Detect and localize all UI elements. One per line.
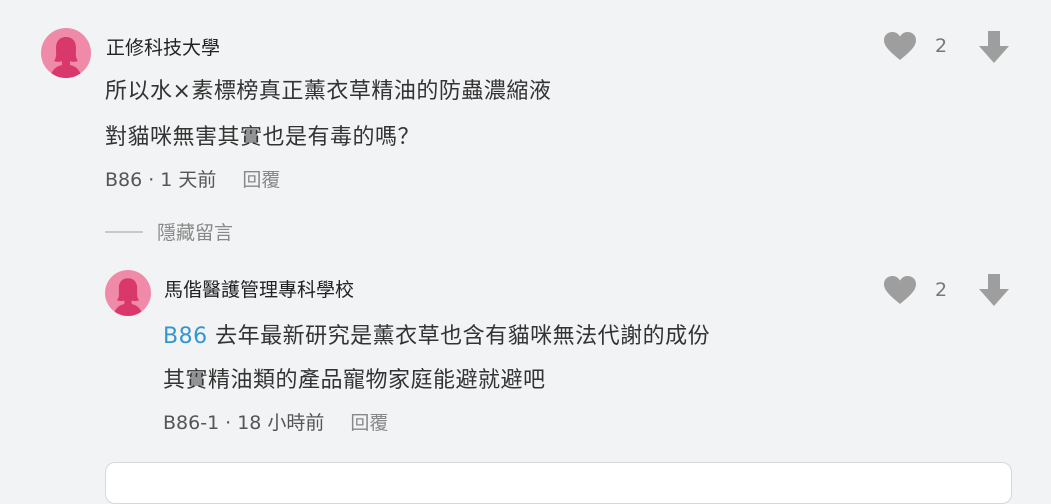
reply-text-line-1: B86 去年最新研究是薰衣草也含有貓咪無法代謝的成份 bbox=[163, 318, 710, 350]
reply-text-line-2: 其實精油類的產品寵物家庭能避就避吧 bbox=[163, 368, 546, 393]
female-silhouette-icon bbox=[113, 278, 143, 316]
avatar[interactable] bbox=[105, 270, 151, 316]
avatar[interactable] bbox=[41, 28, 91, 78]
comment-meta: B86 · 1 天前 回覆 bbox=[105, 165, 280, 192]
timestamp: 18 小時前 bbox=[237, 412, 325, 434]
divider bbox=[105, 230, 143, 233]
reply-meta: B86-1 · 18 小時前 回覆 bbox=[163, 408, 388, 435]
floor-label: B86-1 bbox=[163, 412, 220, 434]
hide-replies-label: 隱藏留言 bbox=[157, 222, 234, 244]
like-button[interactable]: 2 bbox=[883, 31, 947, 61]
timestamp: 1 天前 bbox=[160, 169, 217, 191]
female-silhouette-icon bbox=[50, 37, 82, 78]
comment-text-line-1: 所以水×素標榜真正薰衣草精油的防蟲濃縮液 bbox=[105, 79, 552, 104]
like-button[interactable]: 2 bbox=[883, 275, 947, 305]
like-count: 2 bbox=[935, 279, 948, 301]
reply-button[interactable]: 回覆 bbox=[350, 412, 388, 434]
hide-replies-toggle[interactable]: 隱藏留言 bbox=[105, 218, 233, 245]
reply-input-box[interactable] bbox=[105, 462, 1012, 504]
like-count: 2 bbox=[935, 35, 948, 57]
reply-text-1: 去年最新研究是薰衣草也含有貓咪無法代謝的成份 bbox=[215, 324, 711, 349]
heart-icon bbox=[884, 276, 916, 304]
arrow-down-icon[interactable] bbox=[978, 273, 1010, 307]
heart-icon bbox=[884, 32, 916, 60]
separator-dot: · bbox=[225, 412, 232, 434]
arrow-down-icon[interactable] bbox=[978, 30, 1010, 64]
reply-author[interactable]: 馬偕醫護管理專科學校 bbox=[164, 275, 354, 302]
reply-button[interactable]: 回覆 bbox=[242, 169, 280, 191]
mention-link[interactable]: B86 bbox=[163, 324, 208, 349]
comment-text-line-2: 對貓咪無害其實也是有毒的嗎？ bbox=[105, 125, 421, 150]
comment-author[interactable]: 正修科技大學 bbox=[106, 33, 220, 60]
separator-dot: · bbox=[148, 169, 155, 191]
floor-label: B86 bbox=[105, 169, 143, 191]
